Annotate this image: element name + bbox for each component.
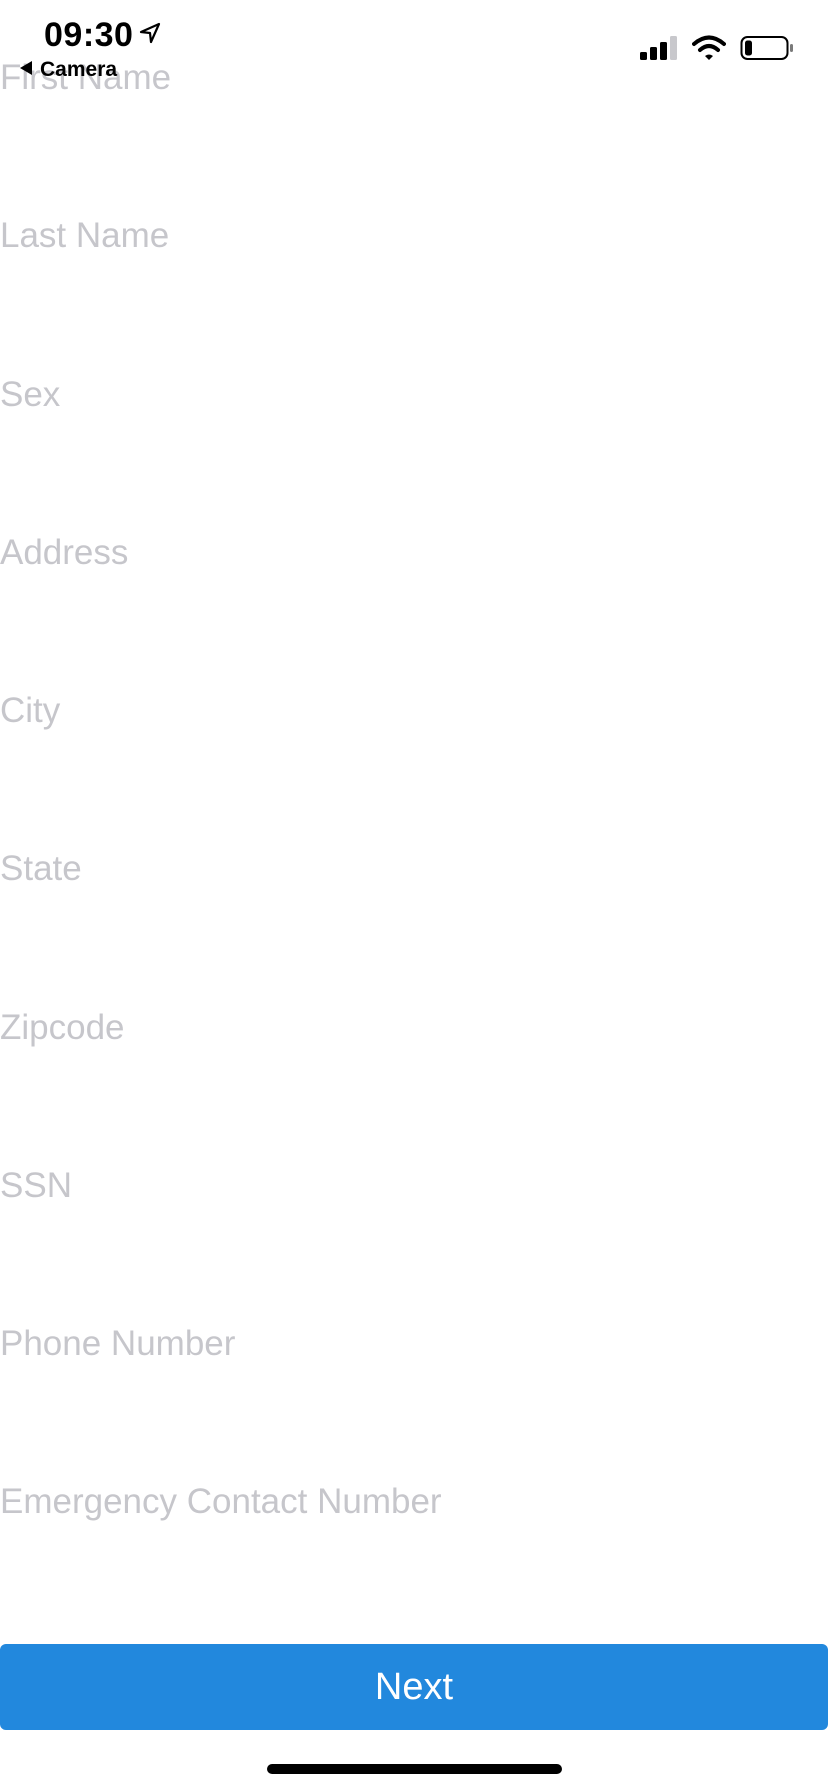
next-button[interactable]: Next [0,1644,828,1730]
back-triangle-icon [18,60,34,81]
city-field[interactable] [0,671,828,751]
emergency-contact-number-field[interactable] [0,1462,828,1542]
phone-number-field[interactable] [0,1304,828,1384]
wifi-icon [692,35,726,66]
zipcode-field[interactable] [0,988,828,1068]
last-name-field[interactable] [0,196,828,276]
sex-field[interactable] [0,355,828,435]
address-field[interactable] [0,513,828,593]
back-label: Camera [40,58,118,81]
battery-low-icon [740,35,794,66]
state-field[interactable] [0,829,828,909]
status-bar-time: 09:30 [44,12,161,58]
back-to-camera-button[interactable]: Camera [18,56,117,84]
clock-text: 09:30 [44,15,134,54]
cellular-signal-icon [640,35,678,65]
ssn-field[interactable] [0,1146,828,1226]
status-bar-indicators [640,30,794,70]
location-arrow-icon [139,22,161,49]
home-indicator[interactable] [267,1764,562,1774]
